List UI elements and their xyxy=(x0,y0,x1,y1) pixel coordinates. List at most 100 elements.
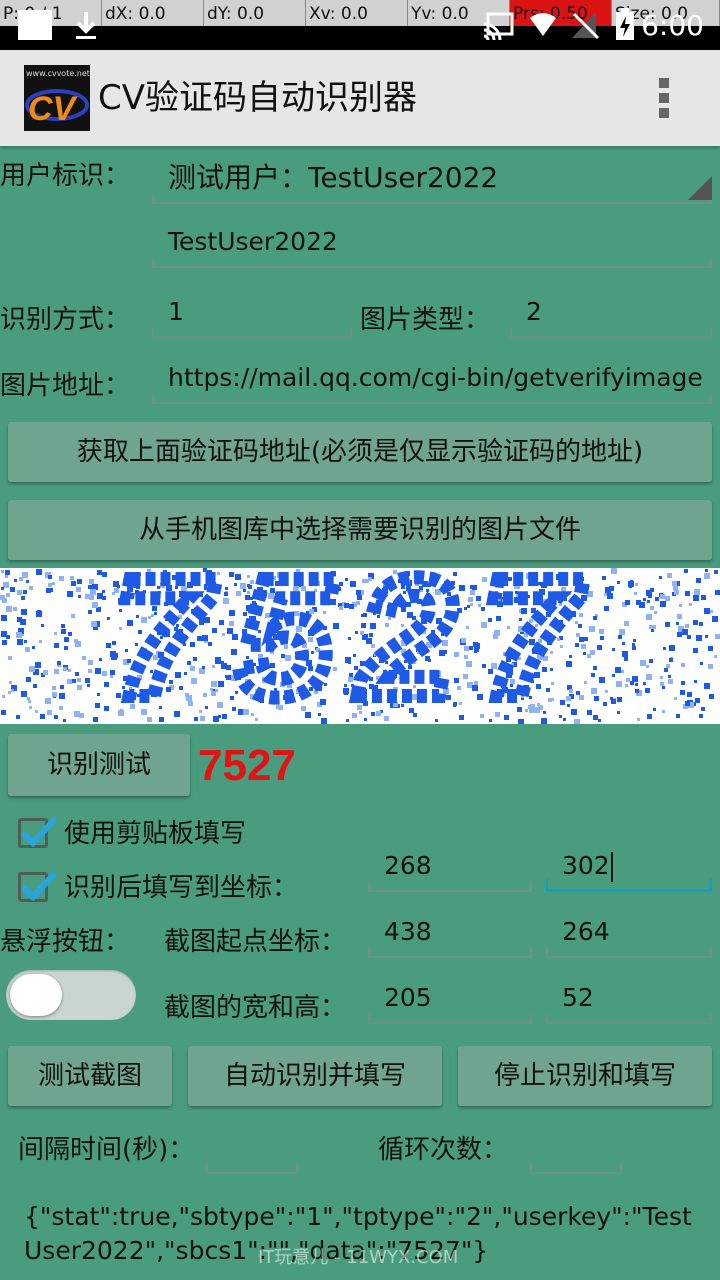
status-bar: P: 0 / 1 dX: 0.0 dY: 0.0 Xv: 0.0 Yv: 0.0… xyxy=(0,0,720,50)
captcha-noise-dot xyxy=(650,606,654,610)
captcha-noise-dot xyxy=(664,668,668,672)
captcha-noise-dot xyxy=(60,685,64,689)
captcha-noise-dot xyxy=(8,656,12,660)
captcha-noise-dot xyxy=(63,667,67,671)
captcha-noise-dot xyxy=(104,682,109,687)
captcha-noise-dot xyxy=(2,695,5,698)
test-capture-button[interactable]: 测试截图 xyxy=(8,1046,172,1106)
capture-x-input[interactable]: 438 xyxy=(368,912,532,958)
captcha-noise-dot xyxy=(102,596,106,600)
fill-coord-checkbox[interactable] xyxy=(18,870,58,902)
status-clock: 6:00 xyxy=(641,9,704,42)
captcha-noise-dot xyxy=(9,681,12,684)
recognize-mode-label: 识别方式： xyxy=(0,305,131,335)
no-signal-icon xyxy=(572,12,600,40)
captcha-noise-dot xyxy=(35,710,38,713)
captcha-noise-dot xyxy=(59,706,63,710)
fill-y-input[interactable]: 302 xyxy=(546,846,712,892)
captcha-noise-dot xyxy=(676,714,680,718)
captcha-noise-dot xyxy=(617,581,620,584)
interval-input[interactable] xyxy=(206,1128,298,1174)
use-clipboard-checkbox[interactable] xyxy=(18,816,58,848)
captcha-noise-dot xyxy=(64,637,69,642)
user-key-input[interactable]: TestUser2022 xyxy=(152,222,712,268)
captcha-noise-dot xyxy=(635,583,638,586)
fill-coord-label: 识别后填写到坐标： xyxy=(64,873,299,903)
captcha-image: 7527 xyxy=(0,568,720,724)
captcha-noise-dot xyxy=(54,715,58,719)
captcha-noise-dot xyxy=(612,648,615,651)
captcha-noise-dot xyxy=(17,590,22,595)
captcha-noise-dot xyxy=(626,678,630,682)
captcha-noise-dot xyxy=(699,714,703,718)
captcha-noise-dot xyxy=(17,639,23,645)
capture-y-input[interactable]: 264 xyxy=(546,912,712,958)
image-type-input[interactable]: 2 xyxy=(510,292,712,338)
captcha-noise-dot xyxy=(669,645,675,651)
captcha-noise-dot xyxy=(705,569,708,572)
capture-origin-label: 截图起点坐标： xyxy=(164,927,347,957)
captcha-noise-dot xyxy=(621,670,624,673)
captcha-noise-dot xyxy=(95,703,100,708)
download-icon xyxy=(76,12,96,39)
captcha-noise-dot xyxy=(705,635,708,638)
captcha-noise-dot xyxy=(710,610,713,613)
recognize-test-button[interactable]: 识别测试 xyxy=(8,734,190,796)
captcha-noise-dot xyxy=(57,661,61,665)
captcha-noise-dot xyxy=(89,595,94,600)
loop-input[interactable] xyxy=(530,1128,622,1174)
captcha-noise-dot xyxy=(633,639,636,642)
pick-image-button[interactable]: 从手机图库中选择需要识别的图片文件 xyxy=(8,500,712,560)
captcha-noise-dot xyxy=(636,600,641,605)
captcha-noise-dot xyxy=(647,600,650,603)
captcha-noise-dot xyxy=(32,646,35,649)
capture-height-input[interactable]: 52 xyxy=(546,978,712,1024)
captcha-noise-dot xyxy=(635,689,639,693)
captcha-noise-dot xyxy=(26,580,29,583)
captcha-noise-dot xyxy=(682,629,688,635)
captcha-noise-dot xyxy=(625,684,628,687)
captcha-noise-dot xyxy=(704,608,710,614)
captcha-noise-dot xyxy=(646,665,649,668)
captcha-noise-dot xyxy=(61,624,65,628)
captcha-noise-dot xyxy=(712,616,718,622)
captcha-noise-dot xyxy=(72,679,76,683)
captcha-noise-dot xyxy=(21,611,25,615)
captcha-noise-dot xyxy=(59,693,65,699)
captcha-noise-dot xyxy=(104,706,109,711)
fill-x-input[interactable]: 268 xyxy=(368,846,532,892)
captcha-noise-dot xyxy=(701,595,706,600)
spinner-arrow-icon xyxy=(688,176,712,200)
captcha-noise-dot xyxy=(102,590,105,593)
captcha-noise-dot xyxy=(662,686,665,689)
captcha-noise-dot xyxy=(640,660,646,666)
captcha-noise-dot xyxy=(699,622,703,626)
captcha-noise-dot xyxy=(74,639,78,643)
captcha-noise-dot xyxy=(649,659,653,663)
captcha-noise-dot xyxy=(611,568,617,574)
user-spinner[interactable]: 测试用户：TestUser2022 xyxy=(152,158,712,204)
captcha-noise-dot xyxy=(693,595,699,601)
captcha-noise-dot xyxy=(77,678,81,682)
captcha-noise-dot xyxy=(49,588,53,592)
captcha-noise-dot xyxy=(99,658,102,661)
recognize-mode-input[interactable]: 1 xyxy=(152,292,352,338)
debug-dy: dY: 0.0 xyxy=(204,0,306,26)
captcha-noise-dot xyxy=(88,660,93,665)
captcha-noise-dot xyxy=(97,570,102,575)
captcha-noise-dot xyxy=(687,635,691,639)
overflow-menu-icon[interactable] xyxy=(652,78,676,118)
captcha-noise-dot xyxy=(696,635,702,641)
get-captcha-url-button[interactable]: 获取上面验证码地址(必须是仅显示验证码的地址) xyxy=(8,422,712,482)
captcha-noise-dot xyxy=(663,647,666,650)
captcha-noise-dot xyxy=(709,694,714,699)
image-url-input[interactable]: https://mail.qq.com/cgi-bin/getverifyima… xyxy=(152,358,712,404)
stop-button[interactable]: 停止识别和填写 xyxy=(458,1046,712,1106)
captcha-noise-dot xyxy=(36,569,42,575)
captcha-noise-dot xyxy=(29,586,33,590)
auto-recognize-button[interactable]: 自动识别并填写 xyxy=(188,1046,442,1106)
captcha-noise-dot xyxy=(6,593,10,597)
captcha-noise-dot xyxy=(619,629,625,635)
captcha-noise-dot xyxy=(695,698,700,703)
capture-width-input[interactable]: 205 xyxy=(368,978,532,1024)
